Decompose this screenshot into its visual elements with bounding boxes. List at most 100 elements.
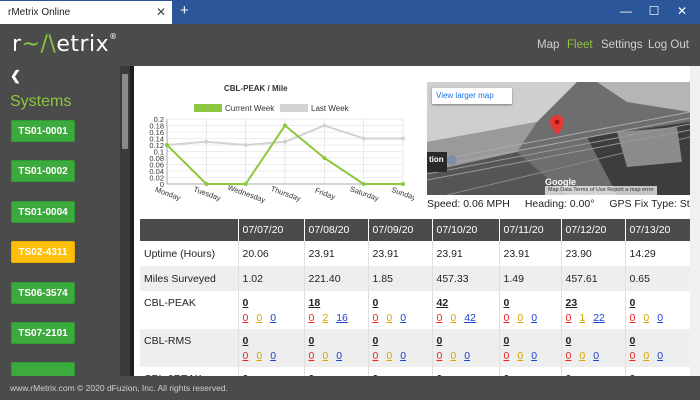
content-scrollbar[interactable] bbox=[690, 66, 700, 376]
new-tab-icon[interactable]: + bbox=[180, 2, 189, 19]
nav-logout[interactable]: Log Out bbox=[648, 39, 689, 51]
rms-blue-link[interactable]: 0 bbox=[531, 350, 537, 362]
system-button-ts07-2101[interactable]: TS07-2101 bbox=[11, 322, 75, 344]
page-footer: www.rMetrix.com © 2020 dFuzion, Inc. All… bbox=[0, 376, 700, 400]
rms-blue-link[interactable]: 0 bbox=[593, 350, 599, 362]
system-button-ts06-3574[interactable]: TS06-3574 bbox=[11, 282, 75, 304]
peak-red-link[interactable]: 0 bbox=[243, 312, 249, 324]
rms-total-link[interactable]: 0 bbox=[437, 335, 499, 348]
close-window-icon[interactable]: ✕ bbox=[674, 4, 690, 18]
peak-yellow-link[interactable]: 2 bbox=[322, 312, 328, 324]
rms-red-link[interactable]: 0 bbox=[566, 350, 572, 362]
peak-total-link[interactable]: 0 bbox=[504, 297, 561, 310]
data-point bbox=[283, 139, 287, 144]
system-button-ts01-0001[interactable]: TS01-0001 bbox=[11, 120, 75, 142]
table-cell: 0 bbox=[561, 367, 626, 376]
peak-blue-link[interactable]: 0 bbox=[400, 312, 406, 324]
legend-label: Last Week bbox=[311, 104, 350, 113]
rms-yellow-link[interactable]: 0 bbox=[256, 350, 262, 362]
peak-blue-link[interactable]: 0 bbox=[270, 312, 276, 324]
peak-blue-link[interactable]: 16 bbox=[336, 312, 348, 324]
map-footer-links[interactable]: Map Data Terms of Use Report a map error bbox=[545, 186, 657, 195]
peak-total-link[interactable]: 0 bbox=[243, 297, 304, 310]
chevron-left-icon[interactable]: ❮ bbox=[10, 68, 21, 84]
systems-title: Systems bbox=[10, 93, 72, 110]
data-point bbox=[361, 136, 366, 141]
rms-blue-link[interactable]: 0 bbox=[270, 350, 276, 362]
peak-red-link[interactable]: 0 bbox=[566, 312, 572, 324]
rms-red-link[interactable]: 0 bbox=[630, 350, 636, 362]
logo-text: etrix bbox=[56, 32, 110, 57]
table-header-corner bbox=[140, 219, 239, 241]
rms-red-link[interactable]: 0 bbox=[504, 350, 510, 362]
peak-yellow-link[interactable]: 0 bbox=[517, 312, 523, 324]
rms-red-link[interactable]: 0 bbox=[309, 350, 315, 362]
rms-total-link[interactable]: 0 bbox=[630, 335, 700, 348]
system-button-ts01-0004[interactable]: TS01-0004 bbox=[11, 201, 75, 223]
rms-red-link[interactable]: 0 bbox=[437, 350, 443, 362]
system-button-ts01-0002[interactable]: TS01-0002 bbox=[11, 160, 75, 182]
rms-total-link[interactable]: 0 bbox=[566, 335, 625, 348]
rms-blue-link[interactable]: 0 bbox=[400, 350, 406, 362]
nav-map[interactable]: Map bbox=[537, 39, 559, 51]
peak-red-link[interactable]: 0 bbox=[437, 312, 443, 324]
rms-total-link[interactable]: 0 bbox=[309, 335, 368, 348]
browser-tab[interactable]: rMetrix Online ✕ bbox=[0, 0, 172, 24]
minimize-icon[interactable]: — bbox=[618, 4, 634, 18]
rms-total-link[interactable]: 0 bbox=[373, 335, 432, 348]
close-tab-icon[interactable]: ✕ bbox=[156, 5, 166, 19]
system-button-partial[interactable] bbox=[11, 362, 75, 376]
rms-blue-link[interactable]: 0 bbox=[657, 350, 663, 362]
peak-total-link[interactable]: 42 bbox=[437, 297, 499, 310]
rms-yellow-link[interactable]: 0 bbox=[643, 350, 649, 362]
rms-red-link[interactable]: 0 bbox=[243, 350, 249, 362]
system-button-ts02-4311[interactable]: TS02-4311 bbox=[11, 241, 75, 263]
peak-yellow-link[interactable]: 1 bbox=[579, 312, 585, 324]
rms-yellow-link[interactable]: 0 bbox=[450, 350, 456, 362]
sidebar-scrollbar-thumb[interactable] bbox=[122, 74, 128, 149]
nav-fleet[interactable]: Fleet bbox=[567, 39, 593, 51]
rms-yellow-link[interactable]: 0 bbox=[517, 350, 523, 362]
location-map[interactable]: tion View larger map Google Map Data Ter… bbox=[427, 82, 690, 195]
peak-total-link[interactable]: 0 bbox=[373, 297, 432, 310]
table-header-date: 07/08/20 bbox=[304, 219, 369, 241]
rmetrix-logo[interactable]: r~/\etrix® bbox=[12, 32, 118, 57]
rms-blue-link[interactable]: 0 bbox=[464, 350, 470, 362]
rms-yellow-link[interactable]: 0 bbox=[386, 350, 392, 362]
x-tick-label: Tuesday bbox=[192, 185, 222, 203]
peak-red-link[interactable]: 0 bbox=[373, 312, 379, 324]
peak-total-link[interactable]: 0 bbox=[630, 297, 700, 310]
table-cell: 20.06 bbox=[238, 241, 305, 266]
peak-total-link[interactable]: 18 bbox=[309, 297, 368, 310]
rms-total-link[interactable]: 0 bbox=[243, 335, 304, 348]
peak-blue-link[interactable]: 22 bbox=[593, 312, 605, 324]
peak-blue-link[interactable]: 0 bbox=[657, 312, 663, 324]
maximize-icon[interactable]: ☐ bbox=[646, 4, 662, 18]
peak-total-link[interactable]: 23 bbox=[566, 297, 625, 310]
rms-yellow-link[interactable]: 0 bbox=[322, 350, 328, 362]
sidebar-scrollbar[interactable] bbox=[120, 66, 130, 376]
map-pin-icon[interactable] bbox=[550, 115, 564, 135]
peak-blue-link[interactable]: 42 bbox=[464, 312, 476, 324]
rms-red-link[interactable]: 0 bbox=[373, 350, 379, 362]
peak-red-link[interactable]: 0 bbox=[630, 312, 636, 324]
table-header-row: 07/07/20 07/08/20 07/09/20 07/10/20 07/1… bbox=[140, 219, 700, 241]
data-point bbox=[361, 182, 366, 186]
peak-yellow-link[interactable]: 0 bbox=[643, 312, 649, 324]
peak-yellow-link[interactable]: 0 bbox=[450, 312, 456, 324]
rms-blue-link[interactable]: 0 bbox=[336, 350, 342, 362]
table-cell: 0000 bbox=[625, 291, 700, 329]
view-larger-map-button[interactable]: View larger map bbox=[432, 88, 512, 104]
legend-label: Current Week bbox=[225, 104, 275, 113]
peak-blue-link[interactable]: 0 bbox=[531, 312, 537, 324]
chart-title: CBL-PEAK / Mile bbox=[224, 84, 288, 93]
table-header-date: 07/13/20 bbox=[625, 219, 700, 241]
peak-red-link[interactable]: 0 bbox=[504, 312, 510, 324]
peak-yellow-link[interactable]: 0 bbox=[256, 312, 262, 324]
table-row-cbl-peak: CBL-PEAK 0000 18 0 2 16 0000 42 0 0 42 0000 23… bbox=[140, 291, 700, 329]
rms-yellow-link[interactable]: 0 bbox=[579, 350, 585, 362]
nav-settings[interactable]: Settings bbox=[601, 39, 643, 51]
rms-total-link[interactable]: 0 bbox=[504, 335, 561, 348]
peak-yellow-link[interactable]: 0 bbox=[386, 312, 392, 324]
peak-red-link[interactable]: 0 bbox=[309, 312, 315, 324]
